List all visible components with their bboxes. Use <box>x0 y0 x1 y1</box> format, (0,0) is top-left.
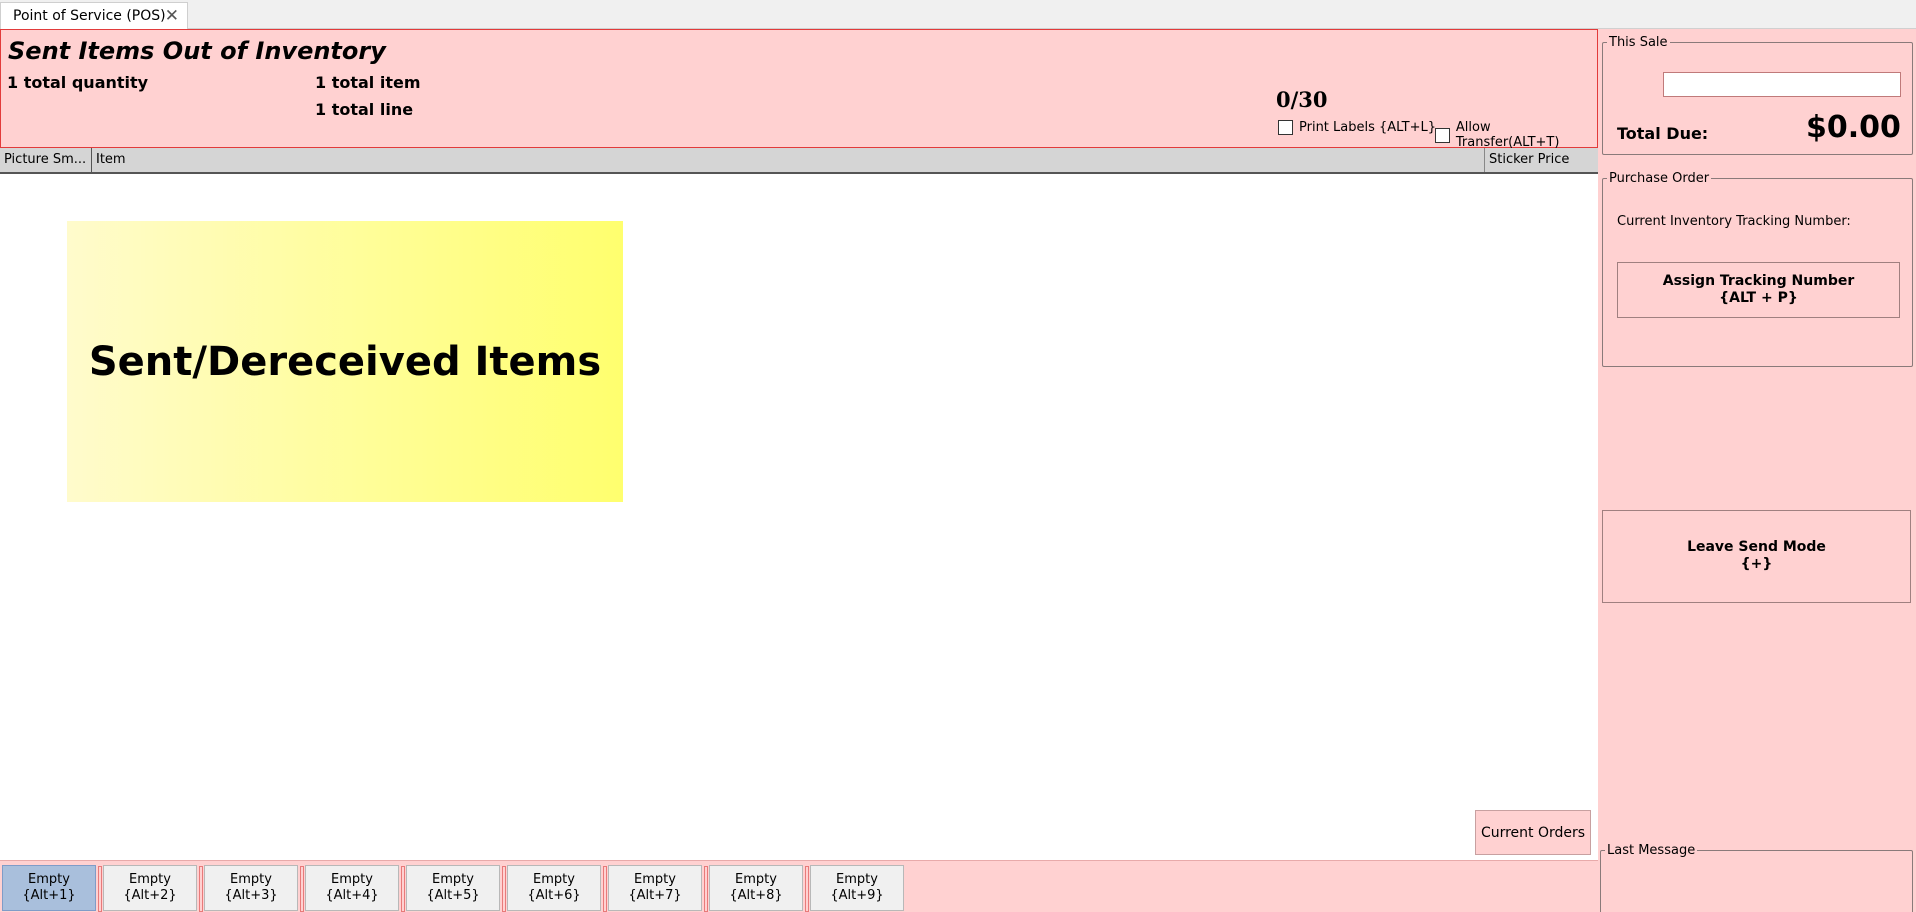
print-labels-label: Print Labels {ALT+L} <box>1299 120 1436 135</box>
total-lines: 1 total line <box>315 100 414 119</box>
slot-separator <box>98 866 102 912</box>
slot-shortcut: {Alt+5} <box>426 888 480 903</box>
checkbox-icon[interactable] <box>1278 120 1293 135</box>
slot-shortcut: {Alt+9} <box>830 888 884 903</box>
slot-separator <box>805 866 809 912</box>
tab-bar: Point of Service (POS) ✕ <box>0 0 1916 29</box>
this-sale-legend: This Sale <box>1609 35 1668 50</box>
slot-shortcut: {Alt+6} <box>527 888 581 903</box>
leave-send-shortcut: {+} <box>1740 556 1773 572</box>
slot-shortcut: {Alt+7} <box>628 888 682 903</box>
slot-shortcut: {Alt+8} <box>729 888 783 903</box>
quick-slot-6[interactable]: Empty {Alt+6} <box>502 865 601 912</box>
slot-separator <box>704 866 708 912</box>
slot-separator <box>199 866 203 912</box>
total-quantity: 1 total quantity <box>7 73 149 92</box>
sent-items-banner: Sent/Dereceived Items <box>67 221 623 502</box>
allow-transfer-checkbox[interactable]: Allow Transfer(ALT+T) <box>1435 120 1597 150</box>
slot-shortcut: {Alt+2} <box>123 888 177 903</box>
column-header-sticker-price[interactable]: Sticker Price <box>1484 148 1598 172</box>
slot-shortcut: {Alt+3} <box>224 888 278 903</box>
column-header-picture[interactable]: Picture Sm... <box>0 148 92 172</box>
quick-slot-3[interactable]: Empty {Alt+3} <box>199 865 298 912</box>
item-counter: 0/30 <box>1276 87 1328 112</box>
quick-slot-2[interactable]: Empty {Alt+2} <box>98 865 197 912</box>
tracking-number-label: Current Inventory Tracking Number: <box>1617 214 1851 229</box>
slot-separator <box>401 866 405 912</box>
banner-text: Sent/Dereceived Items <box>88 338 602 385</box>
print-labels-checkbox[interactable]: Print Labels {ALT+L} <box>1278 120 1436 135</box>
slot-separator <box>603 866 607 912</box>
purchase-order-legend: Purchase Order <box>1609 171 1710 186</box>
slot-shortcut: {Alt+4} <box>325 888 379 903</box>
quick-slot-5[interactable]: Empty {Alt+5} <box>401 865 500 912</box>
slot-shortcut: {Alt+1} <box>22 888 76 903</box>
leave-send-label: Leave Send Mode <box>1687 539 1826 555</box>
items-grid[interactable]: Sent/Dereceived Items Current Orders <box>0 174 1598 860</box>
this-sale-group: This Sale Total Due: $0.00 <box>1602 35 1913 155</box>
leave-send-mode-button[interactable]: Leave Send Mode {+} <box>1602 510 1911 603</box>
slot-separator <box>300 866 304 912</box>
total-due-label: Total Due: <box>1617 124 1709 143</box>
slot-label: Empty <box>28 872 70 887</box>
slot-label: Empty <box>836 872 878 887</box>
slot-label: Empty <box>331 872 373 887</box>
current-orders-button[interactable]: Current Orders <box>1475 810 1591 855</box>
sale-input[interactable] <box>1663 72 1901 97</box>
checkbox-icon[interactable] <box>1435 127 1450 143</box>
slot-label: Empty <box>735 872 777 887</box>
page-title: Sent Items Out of Inventory <box>8 37 386 65</box>
column-header-item[interactable]: Item <box>92 148 1484 172</box>
tab-label: Point of Service (POS) <box>13 8 166 24</box>
assign-tracking-number-button[interactable]: Assign Tracking Number {ALT + P} <box>1617 262 1900 318</box>
quick-slot-9[interactable]: Empty {Alt+9} <box>805 865 904 912</box>
assign-button-label: Assign Tracking Number <box>1662 273 1855 289</box>
quick-slot-8[interactable]: Empty {Alt+8} <box>704 865 803 912</box>
allow-transfer-label: Allow Transfer(ALT+T) <box>1455 120 1560 150</box>
slot-label: Empty <box>129 872 171 887</box>
quick-slot-1[interactable]: Empty {Alt+1} <box>2 865 96 911</box>
right-panel: This Sale Total Due: $0.00 Purchase Orde… <box>1598 29 1916 912</box>
total-due-value: $0.00 <box>1806 110 1901 145</box>
send-mode-header: Sent Items Out of Inventory 1 total quan… <box>0 29 1598 150</box>
slot-separator <box>502 866 506 912</box>
tab-point-of-service[interactable]: Point of Service (POS) ✕ <box>0 2 188 29</box>
total-items: 1 total item <box>315 73 421 92</box>
pos-window: Point of Service (POS) ✕ Sent Items Out … <box>0 0 1916 912</box>
quick-slot-7[interactable]: Empty {Alt+7} <box>603 865 702 912</box>
purchase-order-group: Purchase Order Current Inventory Trackin… <box>1602 171 1913 367</box>
last-message-legend: Last Message <box>1607 843 1696 858</box>
slot-label: Empty <box>533 872 575 887</box>
last-message-group: Last Message <box>1600 843 1913 912</box>
close-icon[interactable]: ✕ <box>165 6 179 26</box>
slot-label: Empty <box>230 872 272 887</box>
slot-label: Empty <box>634 872 676 887</box>
assign-button-shortcut: {ALT + P} <box>1719 290 1798 306</box>
quick-slot-4[interactable]: Empty {Alt+4} <box>300 865 399 912</box>
quick-slot-strip: Empty {Alt+1} Empty {Alt+2} Empty {Alt+3… <box>0 860 1598 912</box>
grid-header: Picture Sm... Item Sticker Price <box>0 148 1598 174</box>
slot-label: Empty <box>432 872 474 887</box>
